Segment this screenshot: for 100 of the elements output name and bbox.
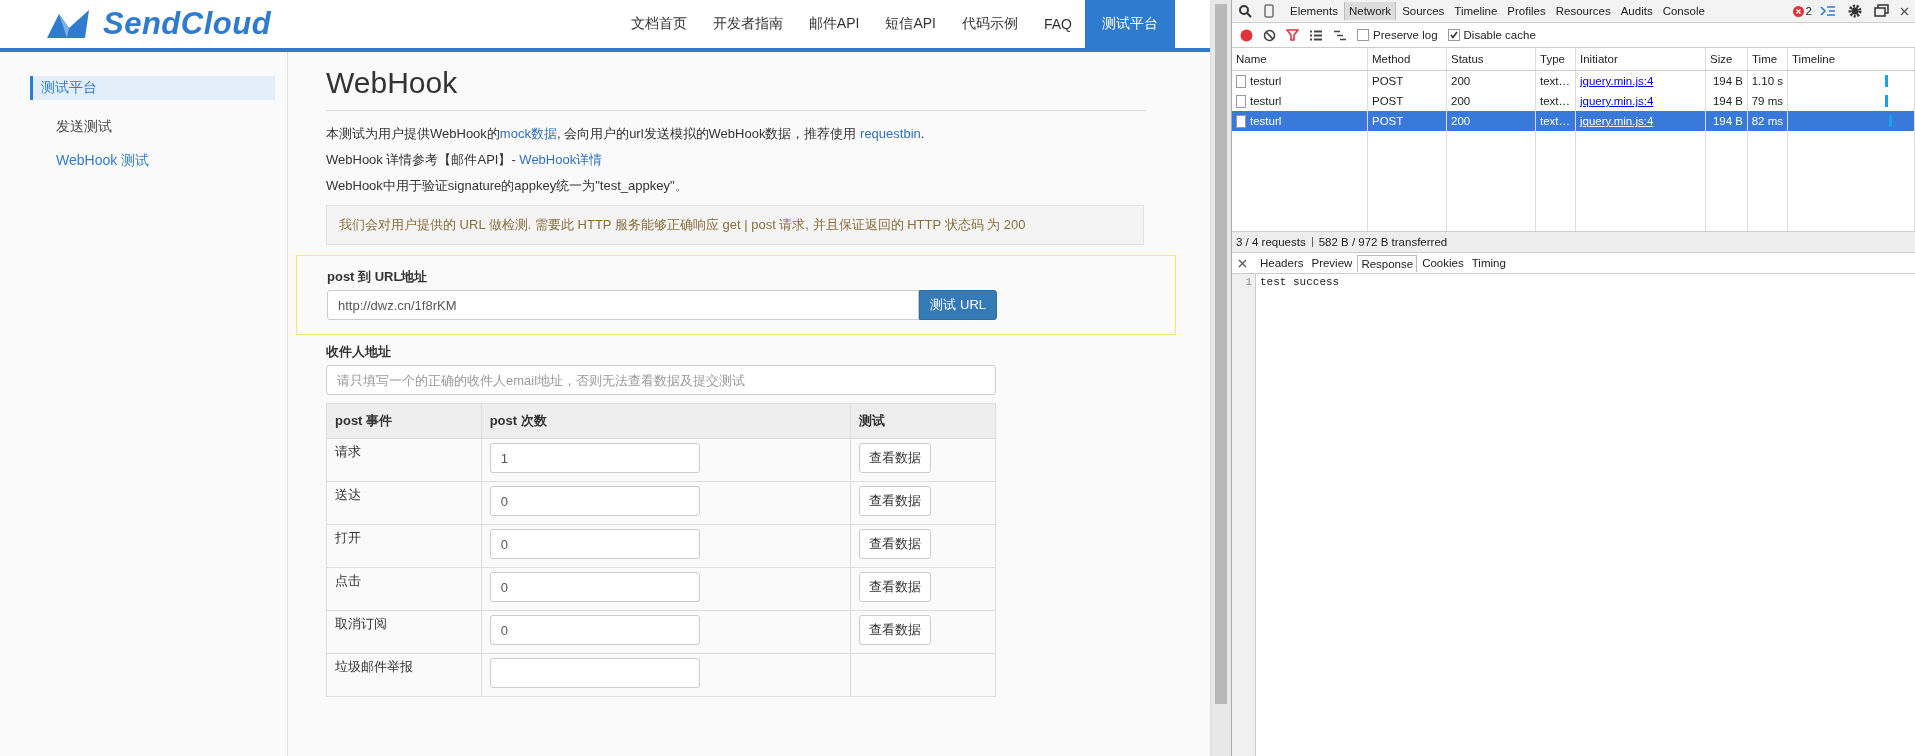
text-link[interactable]: requestbin <box>860 126 921 141</box>
nav-link[interactable]: 短信API <box>872 0 949 48</box>
count-field[interactable]: 0 <box>489 572 700 602</box>
table-cell: 79 ms <box>1751 95 1783 107</box>
nav-link[interactable]: 代码示例 <box>949 0 1031 48</box>
table-cell: 194 B <box>1712 95 1743 107</box>
text-link[interactable]: WebHook详情 <box>519 152 603 167</box>
paragraph: WebHook中用于验证signature的appkey统一为"test_appkey"。 <box>326 177 689 195</box>
settings-icon[interactable] <box>1848 4 1862 18</box>
nav-link[interactable]: 测试平台 <box>1085 0 1175 48</box>
timeline-bar <box>1885 75 1888 87</box>
clear-icon[interactable] <box>1263 28 1276 42</box>
initiator-link[interactable]: jquery.min.js:4 <box>1580 115 1654 127</box>
devtools-tab[interactable]: Console <box>1658 2 1709 20</box>
column-header: post 事件 <box>326 403 482 439</box>
table-cell: 200 <box>1451 75 1471 87</box>
table-cell: 点击 <box>326 567 482 611</box>
list-view-icon[interactable] <box>1309 29 1323 41</box>
record-icon[interactable] <box>1240 28 1253 42</box>
filter-icon[interactable] <box>1286 29 1299 41</box>
table-cell: POST <box>1372 95 1404 107</box>
detail-tab[interactable]: Cookies <box>1419 255 1467 271</box>
column-header[interactable]: Time <box>1748 48 1788 70</box>
devtools-tab[interactable]: Resources <box>1551 2 1615 20</box>
devtools-tab[interactable]: Elements <box>1286 2 1342 20</box>
text-link[interactable]: mock数据 <box>499 126 557 141</box>
request-row[interactable]: testurl POST 200 text… jquery.min.js:4 194 B 1.10 s <box>1232 71 1915 91</box>
sidebar-section[interactable]: 测试平台 <box>30 76 275 100</box>
table-cell: text… <box>1540 75 1571 87</box>
initiator-link[interactable]: jquery.min.js:4 <box>1580 95 1654 107</box>
column-header[interactable]: Initiator <box>1576 48 1706 70</box>
view-data-button[interactable]: 查看数据 <box>859 529 932 559</box>
devtools-tab[interactable]: Audits <box>1616 2 1657 20</box>
table-cell: 194 B <box>1712 75 1743 87</box>
view-data-button[interactable]: 查看数据 <box>859 443 932 473</box>
table-cell: POST <box>1372 115 1404 127</box>
console-drawer-icon[interactable] <box>1820 5 1836 17</box>
table-cell: 194 B <box>1712 115 1743 127</box>
checkbox-label: Preserve log <box>1373 29 1438 41</box>
view-data-button[interactable]: 查看数据 <box>859 572 932 602</box>
detail-tab[interactable]: Response <box>1357 254 1418 272</box>
checkbox[interactable] <box>1447 29 1460 41</box>
url-field[interactable]: http://dwz.cn/1f8rKM <box>327 290 920 320</box>
timeline-bar <box>1885 95 1888 107</box>
sidebar-item[interactable]: WebHook 测试 <box>30 144 275 178</box>
page-heading: WebHook <box>326 66 1146 111</box>
column-header: post 次数 <box>481 403 851 439</box>
table-cell: testurl <box>1250 75 1282 87</box>
logo-text: SendCloud <box>103 6 272 42</box>
field-label: post 到 URL地址 <box>327 268 429 286</box>
nav-link[interactable]: 文档首页 <box>617 0 700 48</box>
column-header[interactable]: Name <box>1232 48 1368 70</box>
close-icon[interactable] <box>1238 258 1247 268</box>
nav-link[interactable]: FAQ <box>1031 0 1085 48</box>
dock-icon[interactable] <box>1874 4 1890 18</box>
devtools-tab[interactable]: Profiles <box>1503 2 1550 20</box>
devtools-tab[interactable]: Timeline <box>1450 2 1502 20</box>
view-data-button[interactable]: 查看数据 <box>859 486 932 516</box>
request-row[interactable]: testurl POST 200 text… jquery.min.js:4 194 B 82 ms <box>1232 111 1915 131</box>
devtools-tab[interactable]: Network <box>1343 2 1397 20</box>
count-field[interactable]: 1 <box>489 443 700 473</box>
count-field[interactable]: 0 <box>489 529 700 559</box>
detail-tab[interactable]: Headers <box>1257 255 1307 271</box>
summary-text: 582 B / 972 B transferred <box>1318 236 1448 248</box>
device-icon[interactable] <box>1264 4 1274 18</box>
detail-tab[interactable]: Timing <box>1468 255 1509 271</box>
search-icon[interactable] <box>1238 4 1252 18</box>
checkbox[interactable] <box>1357 29 1369 41</box>
count-field[interactable]: 0 <box>489 615 700 645</box>
timeline-bar <box>1889 115 1892 127</box>
column-header[interactable]: Method <box>1368 48 1447 70</box>
code-line: test success <box>1260 276 1340 288</box>
column-header[interactable]: Status <box>1447 48 1536 70</box>
column-header: 测试 <box>850 403 996 439</box>
table-cell: 取消订阅 <box>326 610 482 654</box>
count-field[interactable]: 0 <box>489 486 700 516</box>
table-cell: 垃圾邮件举报 <box>326 653 482 697</box>
table-cell: testurl <box>1250 95 1282 107</box>
table-cell: 1.10 s <box>1751 75 1783 87</box>
test-url-button[interactable]: 测试 URL <box>919 290 997 320</box>
view-data-button[interactable]: 查看数据 <box>859 615 932 645</box>
table-cell: 200 <box>1451 115 1471 127</box>
close-icon[interactable] <box>1900 6 1909 16</box>
nav-link[interactable]: 邮件API <box>795 0 873 48</box>
count-field[interactable] <box>489 658 700 688</box>
nav-link[interactable]: 开发者指南 <box>699 0 796 48</box>
column-header[interactable]: Size <box>1706 48 1748 70</box>
initiator-link[interactable]: jquery.min.js:4 <box>1580 75 1654 87</box>
file-icon <box>1236 74 1246 88</box>
file-icon <box>1236 94 1246 108</box>
detail-tab[interactable]: Preview <box>1308 255 1356 271</box>
error-count[interactable]: 2 <box>1805 5 1812 17</box>
waterfall-icon[interactable] <box>1333 29 1347 41</box>
table-cell: 请求 <box>326 438 482 482</box>
column-header[interactable]: Type <box>1536 48 1576 70</box>
devtools-tab[interactable]: Sources <box>1398 2 1449 20</box>
column-header[interactable]: Timeline <box>1788 48 1915 70</box>
paragraph: 本测试为用户提供WebHook的mock数据, 会向用户的url发送模拟的WebHook数据，推荐使用 requestbin. <box>326 125 926 143</box>
sidebar-item[interactable]: 发送测试 <box>30 110 275 144</box>
scrollbar-thumb[interactable] <box>1215 4 1227 704</box>
